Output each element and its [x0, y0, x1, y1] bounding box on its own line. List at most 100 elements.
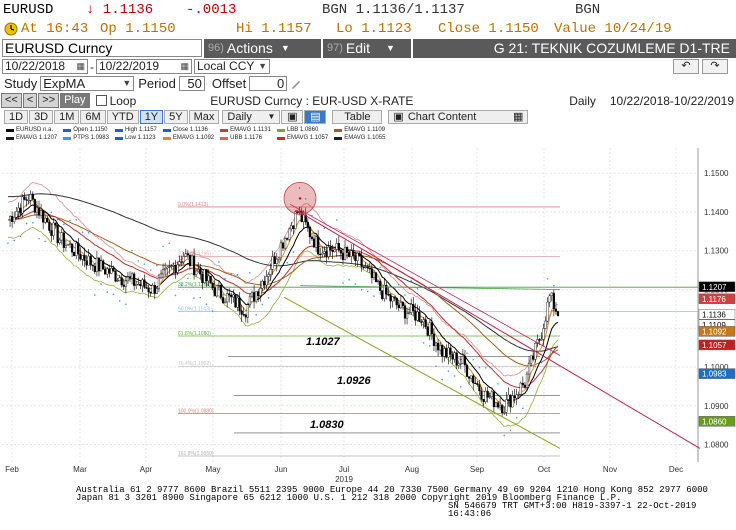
candle-body — [405, 313, 409, 319]
candle-body — [451, 354, 454, 360]
sar-dot — [143, 263, 146, 265]
candle-body — [21, 196, 24, 214]
candle-body — [97, 257, 101, 272]
candle-body — [95, 257, 99, 272]
frequency-select[interactable]: Daily ▼ — [222, 109, 281, 124]
legend-label: Close 1.1136 — [172, 127, 208, 133]
table-button[interactable]: Table — [332, 109, 383, 124]
clock-icon — [4, 22, 18, 35]
period-input[interactable]: 50 — [178, 76, 205, 91]
candle-body — [499, 405, 502, 408]
redo-button[interactable]: ↷ — [702, 59, 728, 74]
legend-label: Open 1.1150 — [73, 127, 108, 133]
sar-dot — [131, 249, 133, 252]
chart-content-button[interactable]: ▣ Chart Content ▦ — [388, 109, 529, 124]
candle-body — [176, 264, 179, 273]
y-tick-label: 1.1300 — [704, 247, 729, 256]
start-date-field[interactable]: 10/22/2018 ▦ — [2, 59, 88, 74]
sar-dot — [7, 242, 9, 244]
price-chart[interactable]: Feb Mar Apr May Jun Jul Aug Sep Oct Nov Dec 2019 1.1… — [0, 144, 736, 484]
sar-dot — [280, 265, 282, 267]
end-date-field[interactable]: 10/22/2019 ▦ — [96, 59, 192, 74]
tab-3d[interactable]: 3D — [29, 109, 54, 124]
candle-body — [540, 339, 543, 341]
tab-1y[interactable]: 1Y — [139, 109, 164, 124]
sar-dot — [230, 272, 233, 275]
calendar-icon[interactable]: ▦ — [180, 60, 189, 73]
legend-column: EURUSD n.a. EMAVG 1.1207 — [6, 126, 57, 142]
candle-body — [381, 290, 384, 300]
sar-dot — [534, 365, 537, 368]
tab-ytd[interactable]: YTD — [106, 109, 139, 124]
loop-checkbox[interactable] — [95, 95, 107, 106]
candle-body — [52, 222, 55, 236]
sar-dot — [187, 277, 189, 280]
edit-menu[interactable]: 97) Edit ▼ — [323, 38, 411, 58]
candle-body — [182, 256, 185, 263]
sar-dot — [193, 297, 195, 299]
sar-dot — [63, 223, 65, 226]
undo-button[interactable]: ↶ — [673, 59, 699, 74]
sar-dot — [94, 294, 96, 296]
candle-body — [486, 390, 489, 398]
tab-1m[interactable]: 1M — [54, 109, 80, 124]
page-title: G 21: TEKNIK COZUMLEME D1-TRE — [413, 38, 736, 58]
bloomberg-terminal: EURUSD ↓ 1.1136 -.0013 BGN 1.1136/1.1137… — [0, 0, 736, 530]
currency-select[interactable]: Local CCY ▼ — [194, 59, 270, 74]
pencil-icon[interactable] — [290, 78, 302, 90]
offset-input[interactable]: 0 — [249, 76, 288, 91]
sar-dot — [162, 245, 164, 248]
tab-6m[interactable]: 6M — [80, 109, 106, 124]
candle-body — [27, 200, 30, 202]
candle-body — [434, 342, 438, 346]
chart-content-icon: ▣ — [393, 110, 404, 123]
fast-forward-button[interactable]: >> — [38, 93, 60, 108]
chart-svg[interactable]: Feb Mar Apr May Jun Jul Aug Sep Oct Nov Dec 2019 1.1… — [0, 144, 736, 484]
tab-5y[interactable]: 5Y — [164, 109, 188, 124]
candle-body — [139, 283, 142, 287]
legend-label: EMAVG 1.1109 — [344, 127, 385, 133]
sar-dot — [528, 385, 530, 388]
candle-body — [414, 310, 417, 321]
ticker-input[interactable]: EURUSD Curncy — [2, 39, 202, 57]
chart-settings-button[interactable]: ▤ — [304, 109, 327, 124]
candle-body — [428, 322, 431, 336]
playback-bar: << < >> Play Loop EURUSD Curncy : EUR-US… — [0, 92, 736, 109]
candle-body — [188, 254, 192, 266]
sar-dot — [509, 429, 512, 432]
step-back-button[interactable]: < — [22, 93, 38, 108]
sar-dot — [106, 291, 109, 293]
candle-body — [58, 239, 61, 244]
legend-label: EMAVG 1.1092 — [172, 135, 215, 141]
rewind-button[interactable]: << — [1, 93, 22, 108]
open-label: Op — [100, 20, 117, 37]
candle-body — [556, 311, 560, 317]
price-tag-label: 1.1057 — [702, 341, 727, 350]
candle-body — [494, 402, 498, 408]
tab-1d[interactable]: 1D — [4, 109, 29, 124]
x-tick-label: Sep — [470, 465, 485, 474]
candle-body — [159, 273, 163, 279]
candle-body — [517, 393, 520, 396]
sar-dot — [44, 240, 47, 243]
calendar-icon[interactable]: ▦ — [76, 60, 85, 73]
candle-body — [482, 399, 485, 403]
y-tick-label: 1.0900 — [704, 402, 729, 411]
sar-dot — [478, 366, 481, 369]
candle-body — [432, 333, 436, 346]
study-label: Study — [4, 76, 38, 91]
candle-body — [70, 243, 74, 253]
chart-type-button[interactable]: ▣ — [281, 109, 304, 124]
candle-body — [180, 261, 183, 263]
candle-body — [149, 291, 152, 294]
candle-body — [215, 285, 218, 297]
actions-menu[interactable]: 96) Actions ▼ — [204, 38, 321, 58]
study-select[interactable]: ExpMA ▼ — [40, 76, 135, 91]
candle-body — [172, 265, 175, 267]
play-button[interactable]: Play — [60, 93, 90, 108]
tab-max[interactable]: Max — [188, 109, 220, 124]
candle-body — [13, 217, 16, 222]
candle-body — [418, 311, 421, 322]
legend-label: EMAVG 1.1131 — [230, 127, 271, 133]
candle-body — [102, 260, 105, 270]
